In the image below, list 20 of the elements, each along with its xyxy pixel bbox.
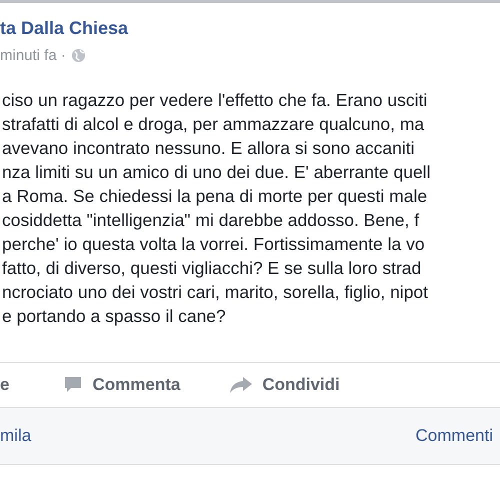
comment-icon — [64, 376, 82, 394]
post-text-line: nza limiti su un amico di uno dei due. E' aberrante quell — [2, 161, 432, 184]
globe-icon — [70, 48, 86, 63]
post-text-line: e portando a spasso il cane? — [2, 305, 227, 328]
post-text-line: ncrociato uno dei vostri cari, marito, sorella, figlio, nipot — [2, 281, 430, 304]
share-icon — [230, 377, 252, 393]
post-text-line: strafatti di alcol e droga, per ammazzare qualcuno, ma — [2, 113, 426, 136]
comment-button[interactable]: Commenta — [64, 375, 180, 395]
post-text-line: avevano incontrato nessuno. E allora si sono accaniti — [2, 137, 416, 160]
post-text-line: perche' io questa volta la vorrei. Fortissimamente la vo — [2, 233, 426, 256]
like-button[interactable]: e — [0, 375, 10, 395]
post-text-line: cosiddetta "intelligenzia" mi darebbe addosso. Bene, f — [2, 209, 420, 232]
share-button[interactable]: Condividi — [230, 375, 340, 395]
post-text-line: fatto, di diverso, questi vigliacchi? E se sulla loro strad — [2, 257, 422, 280]
author-name[interactable]: ta Dalla Chiesa — [0, 17, 500, 39]
reactions-link[interactable]: mila — [0, 426, 32, 446]
post-time[interactable]: minuti fa · — [0, 47, 66, 64]
post-text-line: ciso un ragazzo per vedere l'effetto che fa. Erano usciti — [2, 89, 428, 112]
post-text-line: a Roma. Se chiedessi la pena di morte per questi male — [2, 185, 428, 208]
comments-link[interactable]: Commenti — [416, 426, 493, 446]
